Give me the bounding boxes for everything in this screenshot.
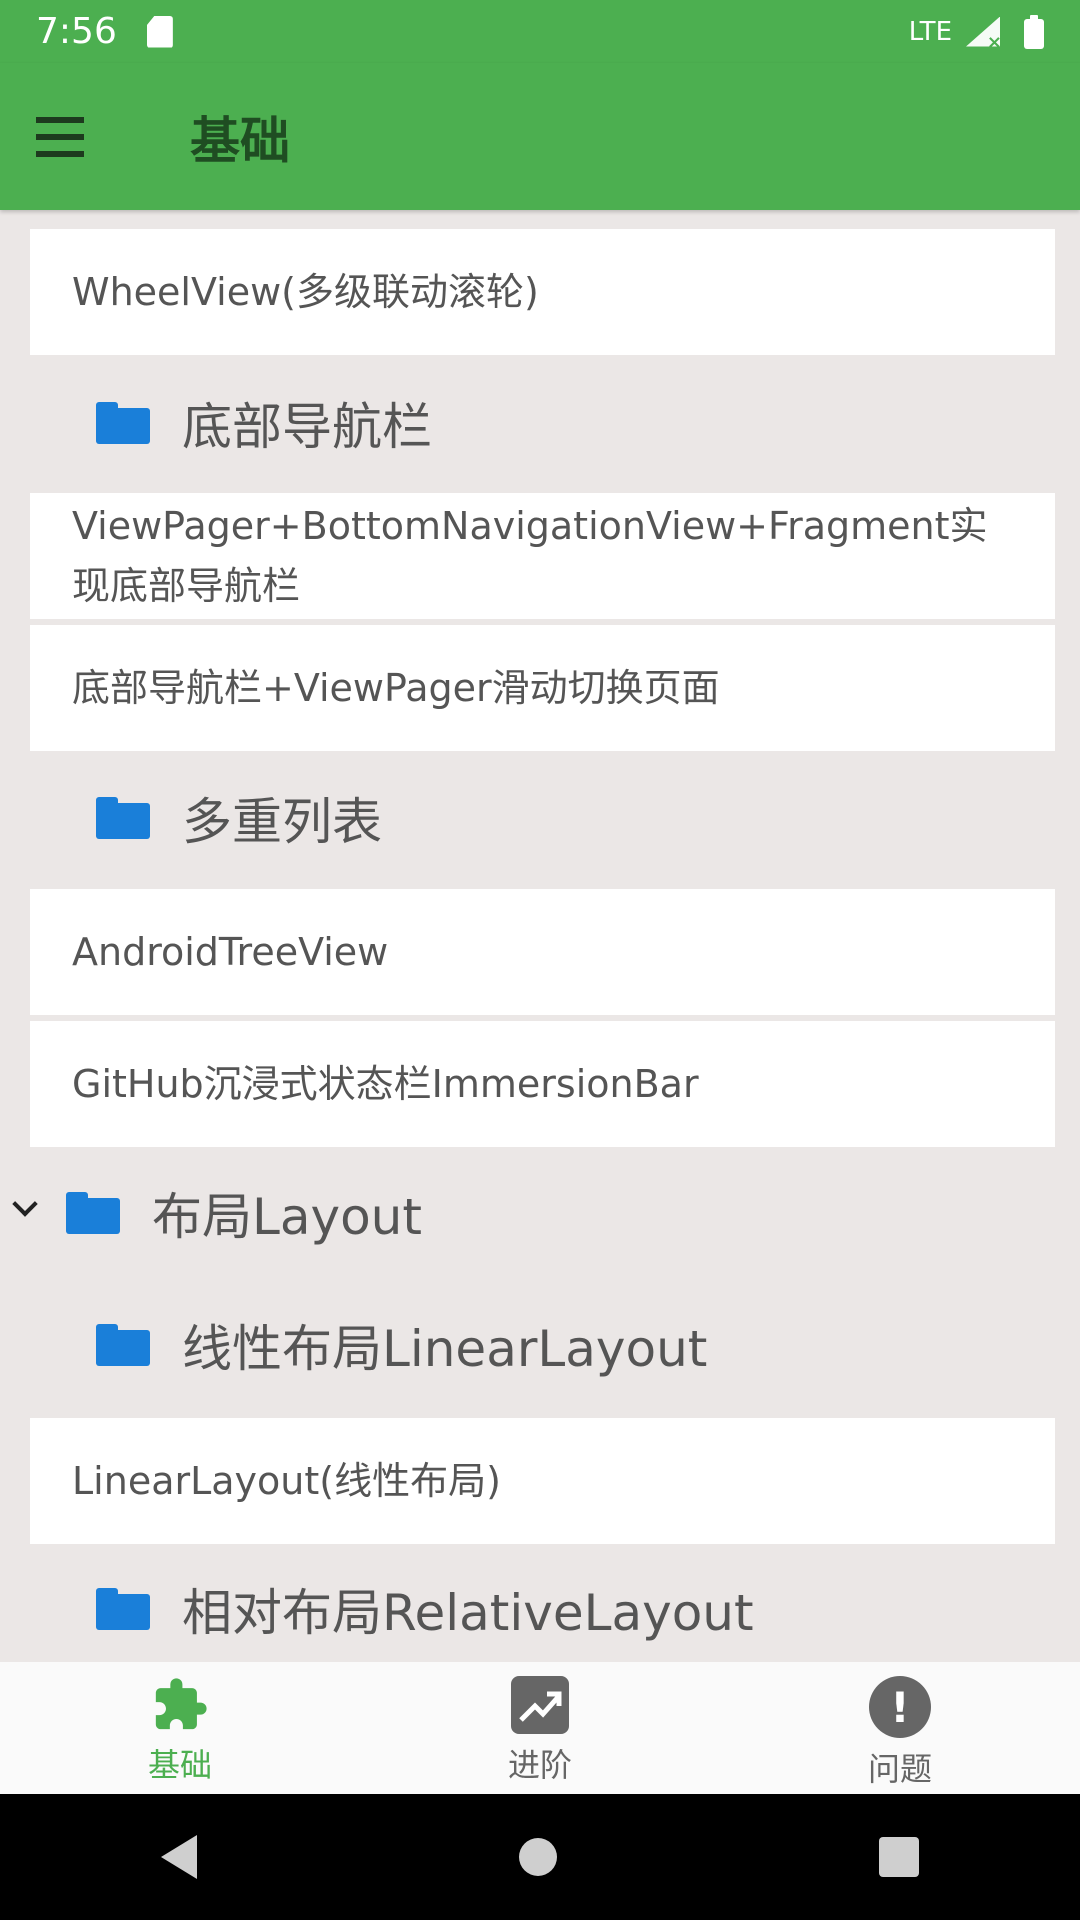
- chevron-down-icon[interactable]: [12, 1191, 38, 1217]
- nav-tab-issues[interactable]: ! 问题: [720, 1662, 1080, 1794]
- status-time: 7:56: [36, 11, 117, 52]
- tree-list[interactable]: WheelView(多级联动滚轮) 底部导航栏 ViewPager+Bottom…: [0, 210, 1080, 1662]
- signal-icon: [966, 17, 1002, 53]
- folder-label: 底部导航栏: [182, 398, 432, 456]
- folder-icon: [96, 1588, 150, 1630]
- list-item[interactable]: 底部导航栏+ViewPager滑动切换页面: [30, 625, 1055, 751]
- folder-label: 线性布局LinearLayout: [182, 1320, 708, 1378]
- battery-icon: [1024, 14, 1044, 49]
- recents-icon[interactable]: [879, 1837, 919, 1877]
- list-item-label: ViewPager+BottomNavigationView+Fragment实…: [72, 504, 988, 608]
- folder-label: 相对布局RelativeLayout: [182, 1584, 754, 1642]
- alert-icon: !: [869, 1676, 931, 1738]
- list-item-label: GitHub沉浸式状态栏ImmersionBar: [72, 1062, 699, 1106]
- list-item[interactable]: ViewPager+BottomNavigationView+Fragment实…: [30, 493, 1055, 619]
- back-icon[interactable]: [161, 1835, 197, 1879]
- list-item-label: WheelView(多级联动滚轮): [72, 270, 539, 314]
- status-indicators: LTE: [908, 14, 1044, 53]
- nav-tab-basic[interactable]: 基础: [0, 1662, 360, 1794]
- menu-icon[interactable]: [0, 63, 120, 210]
- folder-row-expanded[interactable]: 布局Layout: [66, 1183, 422, 1246]
- folder-icon: [66, 1192, 120, 1234]
- nav-label: 基础: [147, 1746, 212, 1784]
- folder-row[interactable]: 多重列表: [96, 788, 382, 851]
- page-title: 基础: [190, 111, 290, 170]
- nav-label: 进阶: [507, 1746, 572, 1784]
- list-item-label: AndroidTreeView: [72, 930, 389, 974]
- folder-row[interactable]: 相对布局RelativeLayout: [96, 1579, 754, 1642]
- app-bar: 基础: [0, 63, 1080, 210]
- status-bar: 7:56 LTE: [0, 0, 1080, 63]
- folder-label: 多重列表: [182, 793, 382, 851]
- folder-icon: [96, 1324, 150, 1366]
- folder-icon: [96, 797, 150, 839]
- list-item-label: LinearLayout(线性布局): [72, 1459, 501, 1503]
- sd-card-icon: [147, 16, 173, 48]
- list-item-label: 底部导航栏+ViewPager滑动切换页面: [72, 666, 720, 710]
- list-item[interactable]: GitHub沉浸式状态栏ImmersionBar: [30, 1021, 1055, 1147]
- folder-row[interactable]: 线性布局LinearLayout: [96, 1315, 707, 1378]
- system-navigation-bar: [0, 1794, 1080, 1920]
- nav-label: 问题: [867, 1750, 932, 1788]
- home-icon[interactable]: [519, 1838, 557, 1876]
- network-type: LTE: [908, 16, 952, 47]
- list-item[interactable]: LinearLayout(线性布局): [30, 1418, 1055, 1544]
- folder-row[interactable]: 底部导航栏: [96, 393, 432, 456]
- list-item[interactable]: AndroidTreeView: [30, 889, 1055, 1015]
- trending-up-icon: [511, 1676, 569, 1734]
- app-screen: 7:56 LTE 基础 WheelView(多级联动滚轮) 底部导航栏 View…: [0, 0, 1080, 1920]
- puzzle-icon: [151, 1676, 209, 1734]
- list-item[interactable]: WheelView(多级联动滚轮): [30, 229, 1055, 355]
- folder-label: 布局Layout: [152, 1188, 422, 1246]
- bottom-navigation: 基础 进阶 ! 问题: [0, 1662, 1080, 1794]
- folder-icon: [96, 402, 150, 444]
- nav-tab-advanced[interactable]: 进阶: [360, 1662, 720, 1794]
